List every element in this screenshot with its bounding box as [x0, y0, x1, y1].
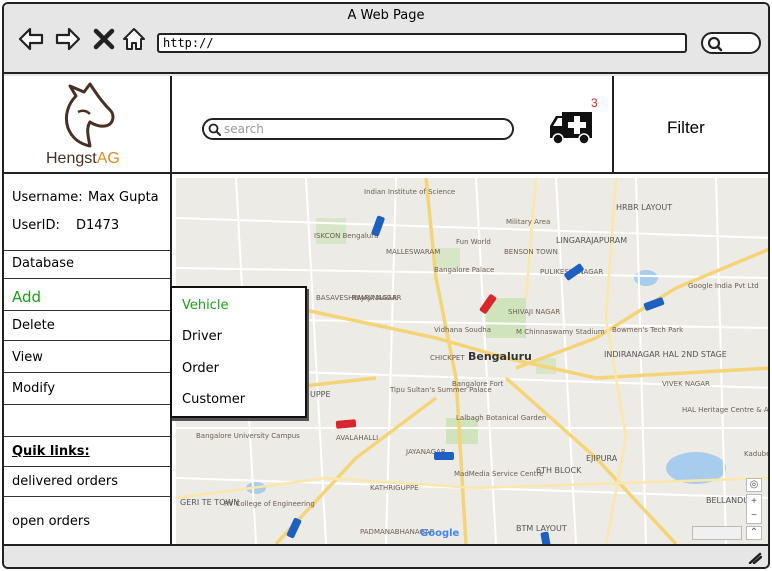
divider	[4, 496, 170, 497]
divider	[4, 278, 170, 279]
map-label: ISKCON Bengaluru	[314, 232, 379, 240]
window-title: A Web Page	[347, 8, 425, 23]
filter-label[interactable]: Filter	[667, 118, 705, 138]
logo-text: HengstAG	[46, 150, 120, 167]
map-label: RAJAJINAGAR	[352, 294, 398, 302]
menu-delete[interactable]: Delete	[12, 318, 55, 333]
page-content: HengstAG search 3 Filter Username: Max G…	[4, 76, 768, 544]
quick-link-open-orders[interactable]: open orders	[12, 514, 90, 529]
map-label: Bangalore University Campus	[196, 432, 300, 440]
search-input[interactable]: search	[202, 118, 514, 140]
menu-add[interactable]: Add	[12, 288, 41, 306]
map-label: GERI TE TOWN	[180, 498, 240, 507]
database-label: Database	[12, 256, 75, 271]
divider	[4, 436, 170, 437]
search-icon	[208, 123, 221, 136]
browser-window: A Web Page http:// HengstAG search 3 Fil…	[2, 2, 770, 569]
notification-badge: 3	[591, 96, 598, 110]
map-expand-icon[interactable]: ⌃	[746, 526, 762, 540]
map-label: Bangalore Palace	[434, 266, 495, 274]
ambulance-icon[interactable]	[548, 108, 594, 146]
submenu-order[interactable]: Order	[182, 361, 219, 376]
filter-panel[interactable]: Filter	[612, 76, 768, 174]
forward-icon[interactable]	[55, 26, 81, 52]
submenu-customer[interactable]: Customer	[182, 392, 245, 407]
map-label: Bowmen's Tech Park	[612, 326, 684, 334]
browser-chrome: A Web Page http://	[4, 4, 768, 74]
divider	[4, 310, 170, 311]
userid-label: UserID:	[12, 218, 60, 233]
map-label: HAL Heritage Centre & Aerospace Museum	[682, 406, 769, 414]
map-label: INDIRANAGAR HAL 2ND STAGE	[604, 350, 727, 359]
resize-grip-icon[interactable]	[748, 552, 762, 564]
map-location-icon[interactable]: ◎	[746, 478, 762, 492]
divider	[4, 404, 170, 405]
map-label: Fun World	[456, 238, 491, 246]
map-label: KATHRIGUPPE	[370, 484, 419, 492]
map-label: BENSON TOWN	[504, 248, 558, 256]
menu-modify[interactable]: Modify	[12, 381, 55, 396]
map-label: 6TH BLOCK	[536, 466, 582, 475]
horse-logo-icon	[64, 82, 115, 148]
userid-value: D1473	[76, 218, 120, 233]
map-layer-toggle[interactable]	[692, 526, 742, 540]
browser-footer	[4, 544, 768, 567]
divider	[4, 340, 170, 341]
quick-link-delivered-orders[interactable]: delivered orders	[12, 474, 118, 489]
submenu-vehicle[interactable]: Vehicle	[182, 298, 229, 313]
back-icon[interactable]	[18, 26, 44, 52]
submenu-driver[interactable]: Driver	[182, 329, 222, 344]
divider	[4, 372, 170, 373]
map-label: UPPE	[310, 390, 331, 399]
header-search-area: search 3	[172, 76, 612, 174]
divider	[4, 466, 170, 467]
map-label: Military Area	[506, 218, 551, 226]
vehicle-marker[interactable]	[434, 452, 454, 460]
map-label: Indian Institute of Science	[364, 188, 456, 196]
divider	[4, 250, 170, 251]
map-label: Vidhana Soudha	[434, 326, 492, 334]
browser-search[interactable]	[701, 32, 761, 54]
map-label: Kadubeesanahalli	[744, 450, 770, 458]
map-label: CHICKPET	[430, 354, 465, 362]
close-icon[interactable]	[93, 26, 115, 52]
map-label: SHIVAJI NAGAR	[508, 308, 561, 316]
logo-panel: HengstAG	[4, 76, 172, 174]
username-label: Username:	[12, 190, 83, 205]
username-value: Max Gupta	[88, 190, 159, 205]
map-label: M Chinnaswamy Stadium	[516, 328, 605, 336]
map-zoom-control[interactable]: + −	[746, 494, 762, 524]
map-label: EJIPURA	[586, 454, 618, 463]
google-logo: Google	[420, 528, 460, 539]
map-label: Google India Pvt Ltd	[688, 282, 759, 290]
url-input[interactable]: http://	[157, 33, 687, 53]
map-label: Tipu Sultan's Summer Palace	[390, 386, 492, 394]
map-label: LINGARAJAPURAM	[556, 236, 628, 245]
home-icon[interactable]	[121, 26, 147, 52]
map-label: AVALAHALLI	[336, 434, 379, 442]
add-submenu: Vehicle Driver Order Customer	[170, 286, 307, 418]
map-label: HRBR LAYOUT	[616, 203, 673, 212]
sidebar: Username: Max Gupta UserID: D1473 Databa…	[4, 174, 172, 544]
menu-view[interactable]: View	[12, 350, 43, 365]
quick-links-heading: Quik links:	[12, 444, 90, 459]
search-icon	[707, 36, 723, 52]
map-label: MadMedia Service Centre	[454, 470, 544, 478]
map-label: MALLESWARAM	[386, 248, 441, 256]
map-label: Lalbagh Botanical Garden	[456, 414, 547, 422]
map-label: VIVEK NAGAR	[662, 380, 710, 388]
map-city-label: Bengaluru	[468, 350, 532, 363]
